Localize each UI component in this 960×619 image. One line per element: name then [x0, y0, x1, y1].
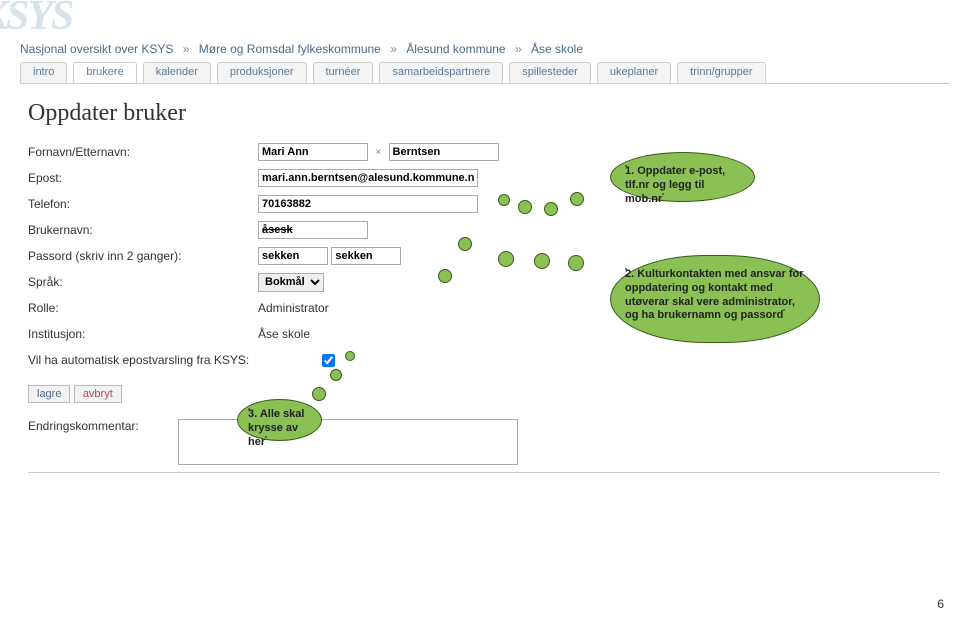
breadcrumb: Nasjonal oversikt over KSYS » Møre og Ro… [20, 42, 583, 56]
tab-brukere[interactable]: brukere [73, 62, 136, 83]
comment-label: Endringskommentar: [28, 419, 168, 433]
annotation-text-2: 2. Kulturkontakten med ansvar for oppdat… [625, 268, 804, 321]
password-label: Passord (skriv inn 2 ganger): [28, 249, 258, 263]
annotation-bubble-3: 3. Alle skal krysse av her [237, 399, 347, 441]
phone-label: Telefon: [28, 197, 258, 211]
tab-kalender[interactable]: kalender [143, 62, 211, 83]
phone-input[interactable] [258, 195, 478, 213]
password1-input[interactable] [258, 247, 328, 265]
cancel-button[interactable]: avbryt [74, 385, 122, 403]
breadcrumb-item-0[interactable]: Nasjonal oversikt over KSYS [20, 42, 173, 56]
tab-spillesteder[interactable]: spillesteder [509, 62, 591, 83]
breadcrumb-sep: » [183, 42, 190, 56]
bottom-divider [28, 472, 940, 473]
tab-samarbeidspartnere[interactable]: samarbeidspartnere [379, 62, 503, 83]
app-logo: KSYS [0, 0, 72, 40]
role-label: Rolle: [28, 301, 258, 315]
firstname-input[interactable] [258, 143, 368, 161]
breadcrumb-sep: » [390, 42, 397, 56]
comment-textarea[interactable] [178, 419, 518, 465]
institution-label: Institusjon: [28, 327, 258, 341]
username-label: Brukernavn: [28, 223, 258, 237]
firstname-label: Fornavn/Etternavn: [28, 145, 258, 159]
tab-ukeplaner[interactable]: ukeplaner [597, 62, 671, 83]
notify-checkbox[interactable] [322, 354, 335, 367]
annotation-text-1: 1. Oppdater e-post, tlf.nr og legg til m… [625, 165, 725, 205]
tab-intro[interactable]: intro [20, 62, 67, 83]
breadcrumb-item-2[interactable]: Ålesund kommune [406, 42, 505, 56]
language-select[interactable]: Bokmål [258, 273, 324, 292]
tab-turneer[interactable]: turnéer [313, 62, 374, 83]
page-number: 6 [937, 597, 944, 611]
lastname-input[interactable] [389, 143, 499, 161]
language-label: Språk: [28, 275, 258, 289]
page-title: Oppdater bruker [28, 100, 940, 127]
clear-icon[interactable]: × [375, 147, 381, 158]
tab-produksjoner[interactable]: produksjoner [217, 62, 307, 83]
email-input[interactable] [258, 169, 478, 187]
institution-value: Åse skole [258, 327, 310, 341]
tab-trinn-grupper[interactable]: trinn/grupper [677, 62, 765, 83]
breadcrumb-sep: » [515, 42, 522, 56]
role-value: Administrator [258, 301, 329, 315]
annotation-bubble-1: 1. Oppdater e-post, tlf.nr og legg til m… [610, 152, 790, 202]
tabs-bar: intro brukere kalender produksjoner turn… [20, 62, 950, 84]
annotation-bubble-2: 2. Kulturkontakten med ansvar for oppdat… [610, 255, 860, 343]
password2-input[interactable] [331, 247, 401, 265]
notify-label: Vil ha automatisk epostvarsling fra KSYS… [28, 353, 318, 367]
breadcrumb-item-3[interactable]: Åse skole [531, 42, 583, 56]
breadcrumb-item-1[interactable]: Møre og Romsdal fylkeskommune [199, 42, 381, 56]
save-button[interactable]: lagre [28, 385, 70, 403]
username-input[interactable] [258, 221, 368, 239]
email-label: Epost: [28, 171, 258, 185]
